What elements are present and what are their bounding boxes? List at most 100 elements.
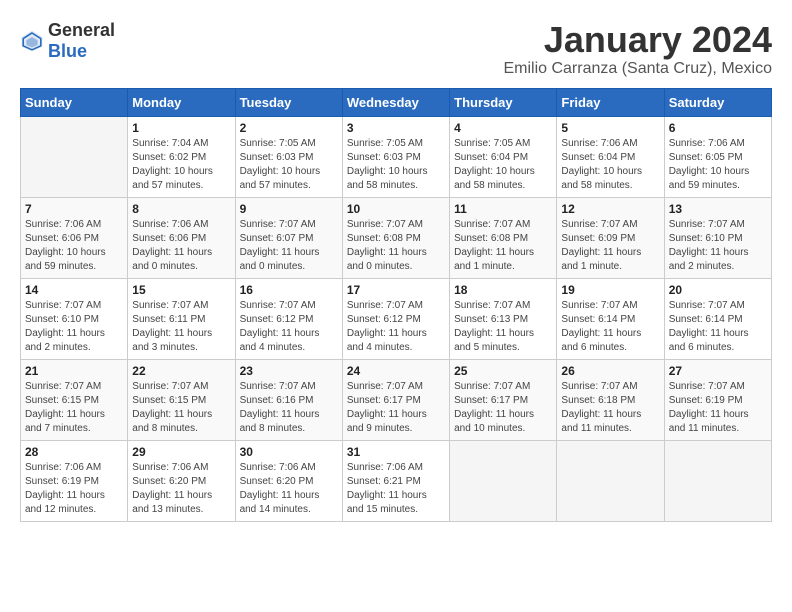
day-info: Sunrise: 7:07 AMSunset: 6:17 PMDaylight:…	[347, 380, 445, 436]
week-row-1: 1 Sunrise: 7:04 AMSunset: 6:02 PMDaylight…	[21, 116, 772, 197]
day-number: 1	[132, 121, 230, 135]
header: General Blue January 2024 Emilio Carranz…	[20, 20, 772, 78]
calendar-cell	[664, 440, 771, 521]
day-info: Sunrise: 7:06 AMSunset: 6:06 PMDaylight:…	[132, 218, 230, 274]
calendar-cell: 2 Sunrise: 7:05 AMSunset: 6:03 PMDaylight…	[235, 116, 342, 197]
logo: General Blue	[20, 20, 115, 62]
header-cell-tuesday: Tuesday	[235, 88, 342, 116]
calendar-cell: 3 Sunrise: 7:05 AMSunset: 6:03 PMDaylight…	[342, 116, 449, 197]
day-info: Sunrise: 7:06 AMSunset: 6:20 PMDaylight:…	[132, 461, 230, 517]
calendar-cell: 15 Sunrise: 7:07 AMSunset: 6:11 PMDayligh…	[128, 278, 235, 359]
logo-blue: Blue	[48, 41, 87, 61]
day-number: 3	[347, 121, 445, 135]
calendar-cell: 17 Sunrise: 7:07 AMSunset: 6:12 PMDayligh…	[342, 278, 449, 359]
calendar-cell: 26 Sunrise: 7:07 AMSunset: 6:18 PMDayligh…	[557, 359, 664, 440]
day-number: 10	[347, 202, 445, 216]
day-number: 25	[454, 364, 552, 378]
calendar-cell: 11 Sunrise: 7:07 AMSunset: 6:08 PMDayligh…	[450, 197, 557, 278]
day-info: Sunrise: 7:06 AMSunset: 6:21 PMDaylight:…	[347, 461, 445, 517]
calendar-cell	[557, 440, 664, 521]
calendar-cell: 5 Sunrise: 7:06 AMSunset: 6:04 PMDaylight…	[557, 116, 664, 197]
day-number: 4	[454, 121, 552, 135]
day-number: 30	[240, 445, 338, 459]
week-row-4: 21 Sunrise: 7:07 AMSunset: 6:15 PMDayligh…	[21, 359, 772, 440]
logo-text: General Blue	[48, 20, 115, 62]
day-info: Sunrise: 7:07 AMSunset: 6:10 PMDaylight:…	[25, 299, 123, 355]
day-info: Sunrise: 7:06 AMSunset: 6:05 PMDaylight:…	[669, 137, 767, 193]
day-number: 27	[669, 364, 767, 378]
day-number: 29	[132, 445, 230, 459]
calendar-cell: 6 Sunrise: 7:06 AMSunset: 6:05 PMDaylight…	[664, 116, 771, 197]
calendar-cell: 16Sunrise: 7:07 AMSunset: 6:12 PMDayligh…	[235, 278, 342, 359]
calendar-cell: 24 Sunrise: 7:07 AMSunset: 6:17 PMDayligh…	[342, 359, 449, 440]
day-number: 12	[561, 202, 659, 216]
day-info: Sunrise: 7:07 AMSunset: 6:15 PMDaylight:…	[132, 380, 230, 436]
day-number: 2	[240, 121, 338, 135]
day-info: Sunrise: 7:07 AMSunset: 6:14 PMDaylight:…	[561, 299, 659, 355]
calendar-subtitle: Emilio Carranza (Santa Cruz), Mexico	[503, 60, 772, 78]
day-info: Sunrise: 7:07 AMSunset: 6:11 PMDaylight:…	[132, 299, 230, 355]
calendar-cell: 1 Sunrise: 7:04 AMSunset: 6:02 PMDaylight…	[128, 116, 235, 197]
calendar-cell: 14 Sunrise: 7:07 AMSunset: 6:10 PMDayligh…	[21, 278, 128, 359]
header-cell-friday: Friday	[557, 88, 664, 116]
day-info: Sunrise: 7:06 AMSunset: 6:19 PMDaylight:…	[25, 461, 123, 517]
calendar-cell: 25Sunrise: 7:07 AMSunset: 6:17 PMDayligh…	[450, 359, 557, 440]
day-number: 21	[25, 364, 123, 378]
calendar-cell: 9 Sunrise: 7:07 AMSunset: 6:07 PMDaylight…	[235, 197, 342, 278]
day-info: Sunrise: 7:05 AMSunset: 6:04 PMDaylight:…	[454, 137, 552, 193]
calendar-cell: 31 Sunrise: 7:06 AMSunset: 6:21 PMDayligh…	[342, 440, 449, 521]
calendar-cell: 13Sunrise: 7:07 AMSunset: 6:10 PMDayligh…	[664, 197, 771, 278]
day-info: Sunrise: 7:07 AMSunset: 6:10 PMDaylight:…	[669, 218, 767, 274]
day-number: 19	[561, 283, 659, 297]
day-info: Sunrise: 7:07 AMSunset: 6:18 PMDaylight:…	[561, 380, 659, 436]
title-area: January 2024 Emilio Carranza (Santa Cruz…	[503, 20, 772, 78]
calendar-cell: 21 Sunrise: 7:07 AMSunset: 6:15 PMDayligh…	[21, 359, 128, 440]
day-number: 8	[132, 202, 230, 216]
calendar-cell	[450, 440, 557, 521]
logo-general: General	[48, 20, 115, 40]
header-row: SundayMondayTuesdayWednesdayThursdayFrid…	[21, 88, 772, 116]
day-info: Sunrise: 7:07 AMSunset: 6:07 PMDaylight:…	[240, 218, 338, 274]
day-number: 11	[454, 202, 552, 216]
day-number: 9	[240, 202, 338, 216]
day-info: Sunrise: 7:07 AMSunset: 6:15 PMDaylight:…	[25, 380, 123, 436]
day-info: Sunrise: 7:07 AMSunset: 6:14 PMDaylight:…	[669, 299, 767, 355]
logo-icon	[20, 29, 44, 53]
calendar-cell: 18Sunrise: 7:07 AMSunset: 6:13 PMDayligh…	[450, 278, 557, 359]
day-number: 6	[669, 121, 767, 135]
day-info: Sunrise: 7:07 AMSunset: 6:12 PMDaylight:…	[240, 299, 338, 355]
day-info: Sunrise: 7:07 AMSunset: 6:08 PMDaylight:…	[454, 218, 552, 274]
day-number: 24	[347, 364, 445, 378]
day-info: Sunrise: 7:04 AMSunset: 6:02 PMDaylight:…	[132, 137, 230, 193]
calendar-cell: 8 Sunrise: 7:06 AMSunset: 6:06 PMDaylight…	[128, 197, 235, 278]
calendar-cell: 7 Sunrise: 7:06 AMSunset: 6:06 PMDaylight…	[21, 197, 128, 278]
day-number: 22	[132, 364, 230, 378]
day-number: 26	[561, 364, 659, 378]
day-info: Sunrise: 7:05 AMSunset: 6:03 PMDaylight:…	[240, 137, 338, 193]
calendar-table: SundayMondayTuesdayWednesdayThursdayFrid…	[20, 88, 772, 522]
calendar-cell: 19 Sunrise: 7:07 AMSunset: 6:14 PMDayligh…	[557, 278, 664, 359]
day-number: 14	[25, 283, 123, 297]
day-info: Sunrise: 7:07 AMSunset: 6:13 PMDaylight:…	[454, 299, 552, 355]
day-info: Sunrise: 7:07 AMSunset: 6:12 PMDaylight:…	[347, 299, 445, 355]
header-cell-wednesday: Wednesday	[342, 88, 449, 116]
day-number: 31	[347, 445, 445, 459]
day-number: 20	[669, 283, 767, 297]
week-row-2: 7 Sunrise: 7:06 AMSunset: 6:06 PMDaylight…	[21, 197, 772, 278]
day-number: 7	[25, 202, 123, 216]
calendar-cell: 10 Sunrise: 7:07 AMSunset: 6:08 PMDayligh…	[342, 197, 449, 278]
header-cell-sunday: Sunday	[21, 88, 128, 116]
day-number: 15	[132, 283, 230, 297]
week-row-5: 28Sunrise: 7:06 AMSunset: 6:19 PMDayligh…	[21, 440, 772, 521]
day-info: Sunrise: 7:06 AMSunset: 6:06 PMDaylight:…	[25, 218, 123, 274]
day-info: Sunrise: 7:06 AMSunset: 6:04 PMDaylight:…	[561, 137, 659, 193]
day-info: Sunrise: 7:07 AMSunset: 6:09 PMDaylight:…	[561, 218, 659, 274]
day-info: Sunrise: 7:05 AMSunset: 6:03 PMDaylight:…	[347, 137, 445, 193]
day-number: 17	[347, 283, 445, 297]
calendar-cell: 12 Sunrise: 7:07 AMSunset: 6:09 PMDayligh…	[557, 197, 664, 278]
day-info: Sunrise: 7:07 AMSunset: 6:08 PMDaylight:…	[347, 218, 445, 274]
calendar-cell: 27Sunrise: 7:07 AMSunset: 6:19 PMDayligh…	[664, 359, 771, 440]
day-number: 5	[561, 121, 659, 135]
calendar-cell: 4 Sunrise: 7:05 AMSunset: 6:04 PMDaylight…	[450, 116, 557, 197]
calendar-cell	[21, 116, 128, 197]
